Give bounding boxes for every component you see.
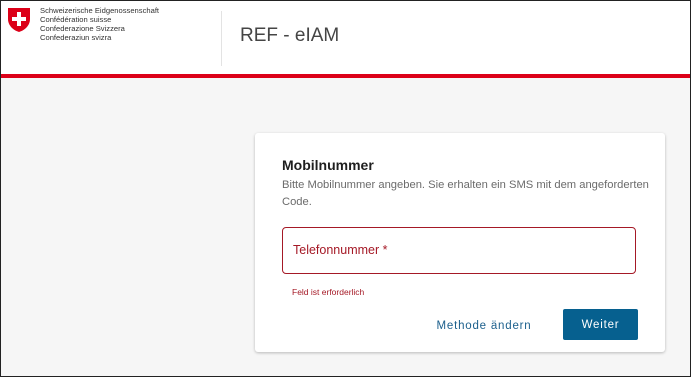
- swiss-cross-shield-icon: [8, 8, 30, 32]
- phone-number-input[interactable]: [283, 228, 639, 275]
- change-method-button[interactable]: Methode ändern: [409, 311, 559, 341]
- confederation-line-de: Schweizerische Eidgenossenschaft: [40, 6, 160, 15]
- phone-number-error: Feld ist erforderlich: [292, 287, 365, 297]
- confederation-line-it: Confederazione Svizzera: [40, 24, 125, 33]
- header-divider: [221, 11, 222, 66]
- mobile-number-card: Mobilnummer Bitte Mobilnummer angeben. S…: [255, 133, 665, 352]
- next-button[interactable]: Weiter: [563, 309, 638, 340]
- confederation-line-fr: Confédération suisse: [40, 15, 112, 24]
- confederation-line-rm: Confederaziun svizra: [40, 33, 112, 42]
- header: Schweizerische Eidgenossenschaft Confédé…: [1, 1, 690, 74]
- app-title: REF - eIAM: [240, 25, 340, 46]
- card-description: Bitte Mobilnummer angeben. Sie erhalten …: [282, 179, 649, 208]
- card-title: Mobilnummer: [282, 157, 374, 173]
- phone-number-field[interactable]: Telefonnummer *: [282, 227, 639, 275]
- confederation-names: Schweizerische Eidgenossenschaft Confédé…: [40, 6, 159, 42]
